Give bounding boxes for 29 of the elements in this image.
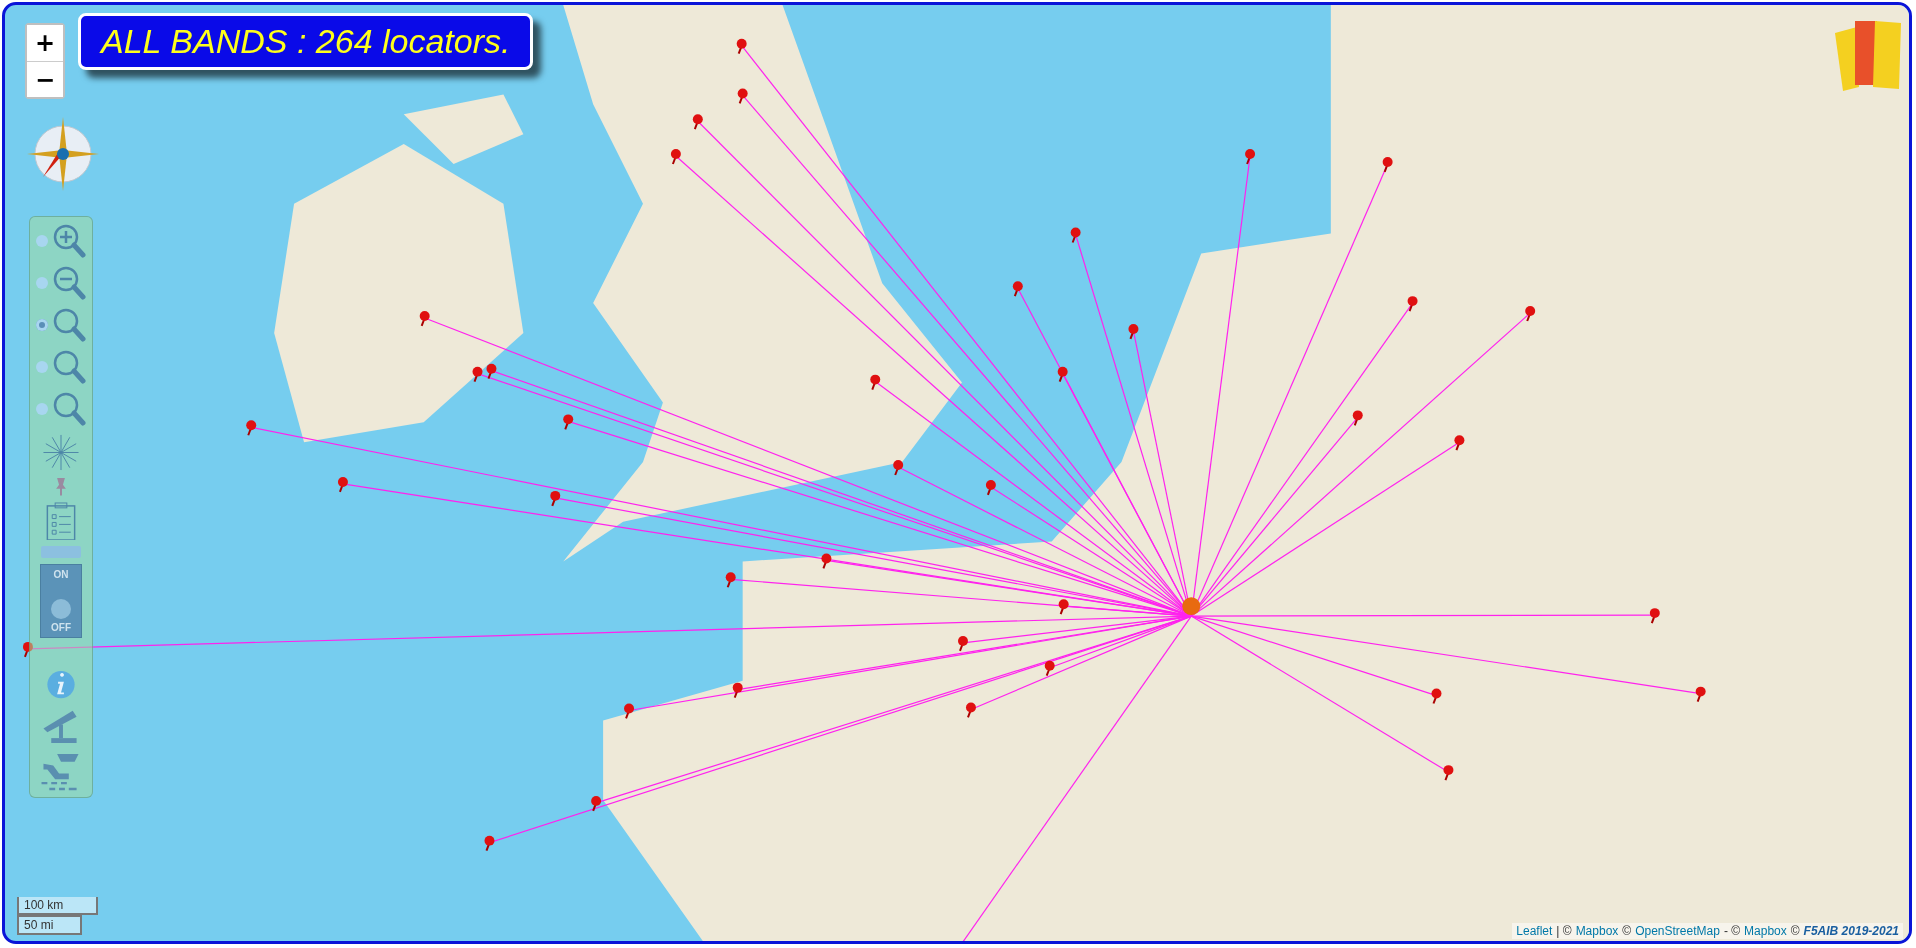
magnifier-icon[interactable] <box>52 349 86 385</box>
attribution-link[interactable]: Leaflet <box>1516 924 1553 938</box>
slider-bar[interactable] <box>41 546 81 559</box>
attribution-text: © <box>1622 924 1632 938</box>
radio-button[interactable] <box>36 403 48 415</box>
on-off-switch[interactable]: ON OFF <box>40 564 82 639</box>
magnifier-icon[interactable] <box>52 307 86 343</box>
map-title: ALL BANDS : 264 locators. <box>78 13 534 70</box>
attribution-link[interactable]: Mapbox <box>1744 924 1787 938</box>
starburst-icon[interactable] <box>41 433 81 472</box>
magnifier-icon[interactable] <box>52 391 86 427</box>
attribution-link[interactable]: Mapbox <box>1575 924 1619 938</box>
radio-button[interactable] <box>36 235 48 247</box>
author-credit: F5AIB 2019-2021 <box>1803 924 1899 938</box>
zoom-out-button[interactable]: − <box>27 61 63 97</box>
radio-button[interactable] <box>36 277 48 289</box>
zoom-out-icon[interactable] <box>52 265 86 301</box>
attribution-link[interactable]: OpenStreetMap <box>1635 924 1720 938</box>
attribution-text: - © <box>1723 924 1741 938</box>
pushpin-icon[interactable] <box>54 477 68 496</box>
scale-bar: 100 km <box>17 897 98 915</box>
attribution-text: | © <box>1556 924 1572 938</box>
radio-button[interactable] <box>36 361 48 373</box>
zoom-in-icon[interactable] <box>52 223 86 259</box>
scale-bar: 50 mi <box>17 915 82 935</box>
clipboard-icon[interactable] <box>45 501 77 541</box>
radio-button[interactable] <box>36 319 48 331</box>
info-icon[interactable] <box>46 669 76 700</box>
attribution-text: © <box>1790 924 1800 938</box>
